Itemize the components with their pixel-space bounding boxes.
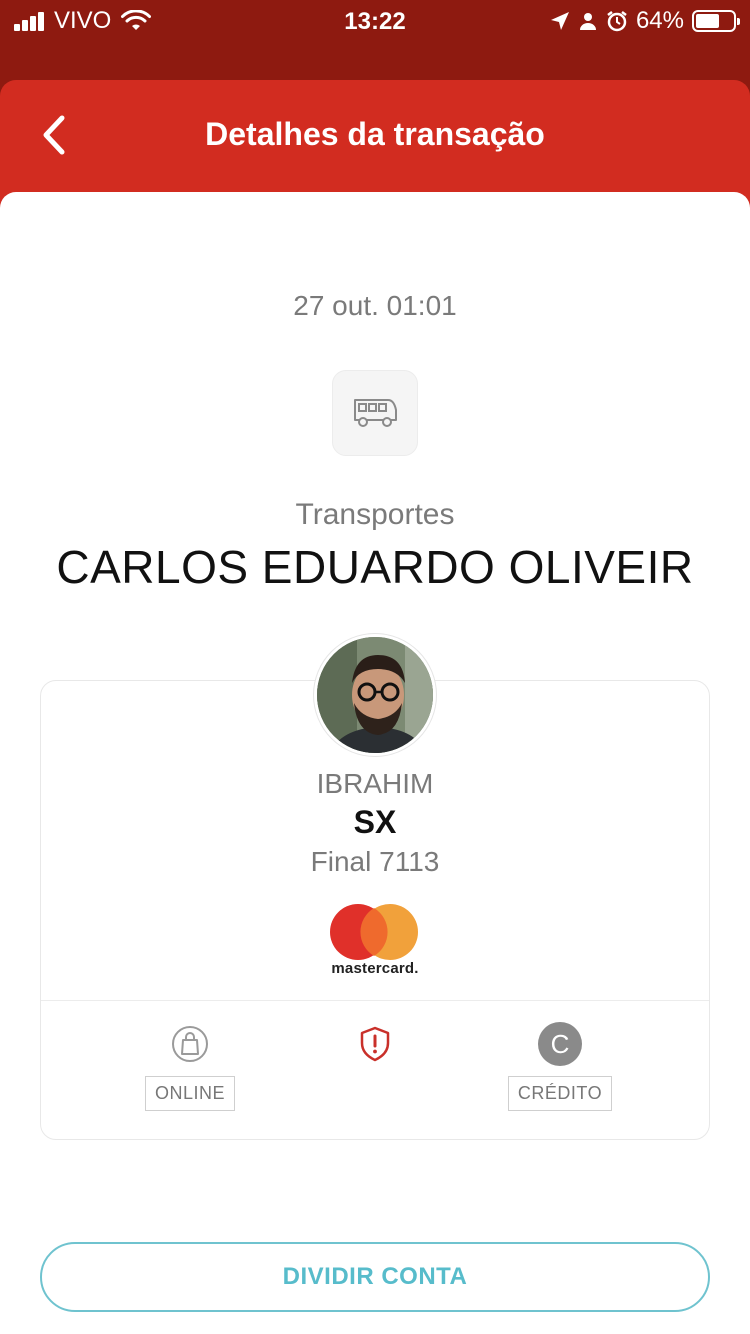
- bus-icon: [354, 399, 397, 427]
- credit-icon: C: [538, 1022, 582, 1066]
- shopping-bag-icon: [172, 1026, 208, 1062]
- category-icon-box: [332, 370, 418, 456]
- card-divider: [41, 1000, 709, 1001]
- person-icon: [579, 13, 596, 30]
- status-right: 64%: [542, 7, 740, 34]
- category-label: Transportes: [295, 498, 455, 531]
- merchant-name: CARLOS EDUARDO OLIVEIR: [56, 541, 694, 593]
- location-arrow-icon: [550, 12, 569, 30]
- battery-icon: [692, 10, 740, 32]
- avatar: [314, 634, 436, 756]
- shield-alert-icon: [360, 1026, 390, 1062]
- feature-alert: [295, 1020, 455, 1068]
- battery-percent: 64%: [635, 7, 684, 34]
- screen: VIVO 13:22 64% Detalhes da transação 27 …: [0, 0, 750, 1334]
- mastercard-wordmark: mastercard.: [331, 960, 419, 977]
- status-bar: VIVO 13:22 64%: [0, 0, 750, 44]
- card-name: SX: [353, 804, 397, 840]
- online-tag: ONLINE: [144, 1076, 236, 1111]
- card-final-digits: Final 7113: [310, 846, 440, 877]
- transaction-details: 27 out. 01:01 Transportes CARLOS EDUARDO…: [0, 192, 750, 1334]
- battery-fill: [696, 14, 720, 28]
- credit-tag: CRÉDITO: [507, 1076, 613, 1111]
- page-title: Detalhes da transação: [205, 116, 545, 152]
- alarm-icon: [607, 11, 627, 32]
- feature-credit: C CRÉDITO: [480, 1020, 640, 1111]
- transaction-date: 27 out. 01:01: [293, 290, 457, 321]
- card-holder-name: IBRAHIM: [316, 768, 434, 799]
- split-bill-button[interactable]: DIVIDIR CONTA: [40, 1242, 710, 1312]
- feature-online: ONLINE: [110, 1020, 270, 1111]
